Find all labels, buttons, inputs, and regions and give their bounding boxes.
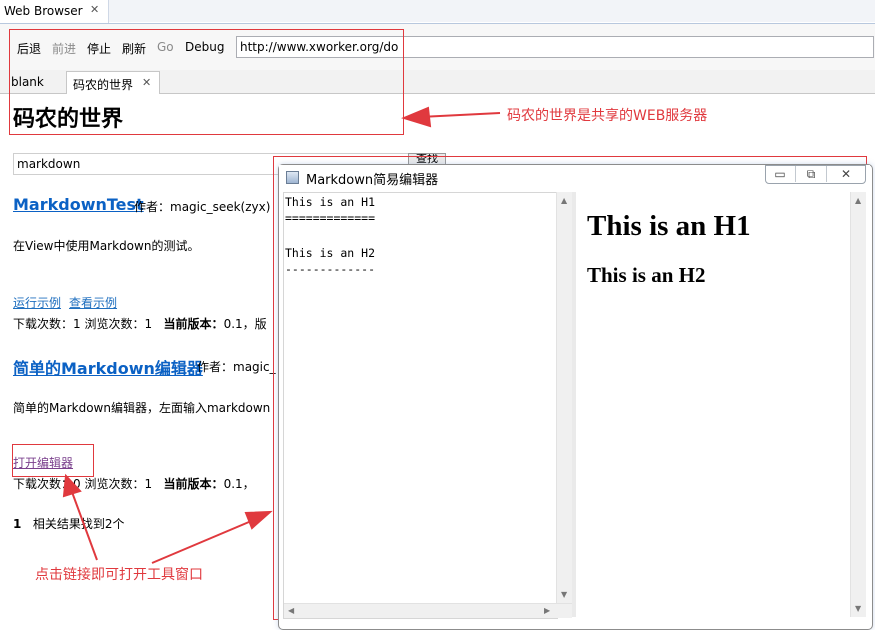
arrow-line-top: [419, 112, 501, 118]
arrow-head-right: [244, 510, 273, 530]
arrow-line-left: [71, 491, 98, 561]
arrow-head-top: [401, 106, 432, 128]
annotation-text-bottom: 点击链接即可打开工具窗口: [35, 567, 203, 583]
arrow-line-right: [151, 518, 257, 564]
annotation-arrows: [62, 106, 501, 564]
annotation-text-top: 码农的世界是共享的WEB服务器: [507, 108, 708, 124]
arrow-head-left: [62, 473, 82, 498]
